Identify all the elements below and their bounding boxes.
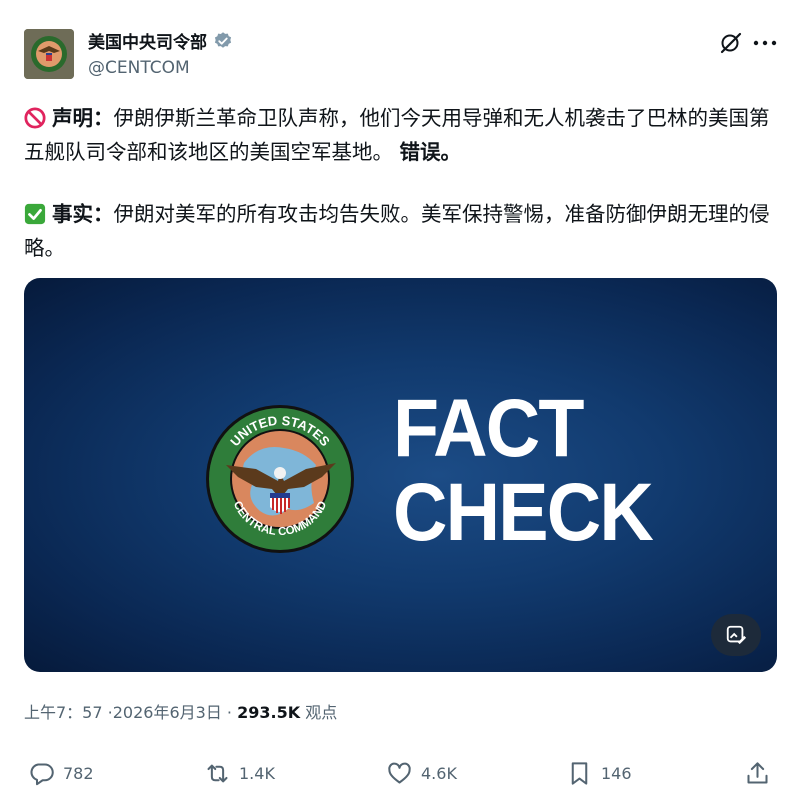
prohibited-icon xyxy=(24,107,46,129)
repost-button[interactable]: 1.4K xyxy=(204,760,275,787)
image-edit-icon xyxy=(726,625,747,645)
views-count: 293.5K xyxy=(237,703,301,722)
headline-line2: CHECK xyxy=(393,467,654,558)
repost-count: 1.4K xyxy=(239,764,275,783)
claim-label: 声明： xyxy=(52,106,114,130)
like-button[interactable]: 4.6K xyxy=(386,760,457,787)
share-button[interactable] xyxy=(744,760,771,787)
headline-line1: FACT xyxy=(393,383,584,474)
image-description-button[interactable] xyxy=(711,614,761,656)
avatar[interactable] xyxy=(24,29,74,79)
fact-text: 伊朗对美军的所有攻击均告失败。美军保持警惕，准备防御伊朗无理的侵略。 xyxy=(24,202,770,260)
action-bar: 782 1.4K 4.6K 146 xyxy=(24,760,784,794)
reply-icon xyxy=(30,763,54,786)
grok-icon[interactable] xyxy=(719,31,743,55)
reply-button[interactable]: 782 xyxy=(28,760,94,787)
fact-check-headline: FACT CHECK xyxy=(393,383,654,558)
bookmark-icon xyxy=(571,762,588,785)
like-count: 4.6K xyxy=(421,764,457,783)
author-handle[interactable]: @CENTCOM xyxy=(88,58,190,78)
more-options-icon[interactable] xyxy=(753,38,777,48)
tweet-date[interactable]: 2026年6月3日 xyxy=(113,703,222,722)
views-label: 观点 xyxy=(305,703,338,722)
reply-count: 782 xyxy=(63,764,94,783)
heart-icon xyxy=(388,762,411,784)
centcom-seal-icon: UNITED STATES CENTRAL COMMAND xyxy=(206,405,354,553)
tweet-time[interactable]: 上午7：57 xyxy=(24,703,103,722)
tweet-meta: 上午7：57 ·2026年6月3日 · 293.5K 观点 xyxy=(24,703,338,722)
bookmark-button[interactable]: 146 xyxy=(566,760,632,787)
verified-badge-icon xyxy=(214,31,232,48)
claim-paragraph: 声明：伊朗伊斯兰革命卫队声称，他们今天用导弹和无人机袭击了巴林的美国第五舰队司令… xyxy=(24,101,784,169)
bookmark-count: 146 xyxy=(601,764,632,783)
author-name[interactable]: 美国中央司令部 xyxy=(88,28,207,53)
share-icon xyxy=(747,762,768,784)
check-mark-icon xyxy=(24,203,46,225)
repost-icon xyxy=(207,764,228,783)
author-name-row[interactable]: 美国中央司令部 xyxy=(88,28,233,53)
fact-paragraph: 事实：伊朗对美军的所有攻击均告失败。美军保持警惕，准备防御伊朗无理的侵略。 xyxy=(24,197,784,265)
claim-verdict: 错误。 xyxy=(399,140,462,164)
fact-label: 事实： xyxy=(52,202,114,226)
claim-text: 伊朗伊斯兰革命卫队声称，他们今天用导弹和无人机袭击了巴林的美国第五舰队司令部和该… xyxy=(24,106,770,164)
